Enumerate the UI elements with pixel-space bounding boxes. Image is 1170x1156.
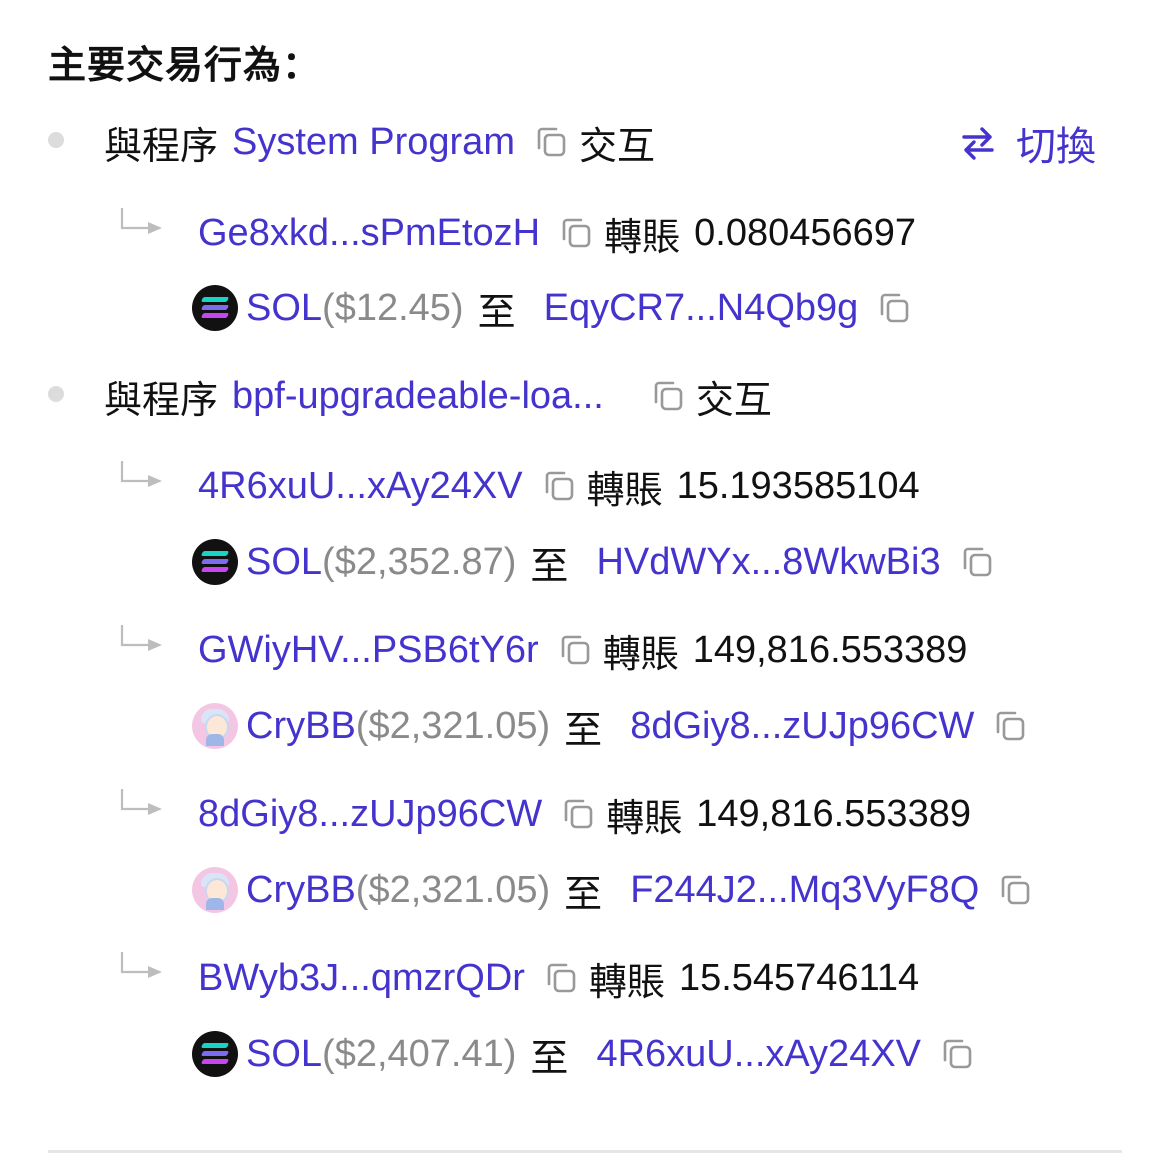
transfer-word: 轉賬 — [586, 469, 663, 512]
token-usd-value: ($2,321.05) — [355, 868, 551, 911]
transfer-row: BWyb3J...qmzrQDr 轉賬 15.545746114 — [198, 948, 919, 1008]
interact-suffix: 交互 — [578, 125, 655, 168]
section-title: 主要交易行為： — [48, 45, 322, 87]
program-row: 與程序 bpf-upgradeable-loa... 交互 — [104, 366, 772, 426]
interact-prefix: 與程序 — [104, 125, 219, 168]
transfer-word: 轉賬 — [606, 797, 683, 840]
solana-icon — [192, 285, 238, 331]
interact-suffix: 交互 — [695, 379, 772, 422]
token-row: SOL ($2,407.41) 至 4R6xuU...xAy24XV — [192, 1024, 985, 1084]
transfer-word: 轉賬 — [588, 961, 665, 1004]
token-usd-value: ($2,407.41) — [322, 1032, 517, 1075]
to-address-link[interactable]: 4R6xuU...xAy24XV — [596, 1033, 921, 1076]
transfer-amount: 149,816.553389 — [692, 628, 968, 671]
toggle-button[interactable]: 切換 — [958, 114, 1096, 172]
divider — [48, 1150, 1122, 1153]
copy-icon[interactable] — [939, 1036, 975, 1072]
crybb-icon — [192, 703, 238, 749]
token-usd-value: ($2,321.05) — [355, 704, 551, 747]
swap-arrows-icon — [962, 127, 994, 160]
branch-arrow-icon — [118, 623, 168, 653]
transfer-row: 4R6xuU...xAy24XV 轉賬 15.193585104 — [198, 456, 920, 516]
toggle-label: 切換 — [1016, 125, 1096, 169]
copy-icon[interactable] — [992, 708, 1028, 744]
copy-icon[interactable] — [997, 872, 1033, 908]
token-usd-value: ($12.45) — [322, 286, 464, 329]
program-link[interactable]: System Program — [232, 121, 515, 164]
token-row: SOL ($12.45) 至 EqyCR7...N4Qb9g — [192, 278, 922, 338]
from-address-link[interactable]: Ge8xkd...sPmEtozH — [198, 212, 540, 255]
transfer-amount: 149,816.553389 — [696, 792, 971, 835]
copy-icon[interactable] — [876, 290, 912, 326]
branch-arrow-icon — [118, 206, 168, 236]
solana-icon — [192, 1031, 238, 1077]
from-address-link[interactable]: 4R6xuU...xAy24XV — [198, 465, 523, 508]
interact-prefix: 與程序 — [104, 379, 219, 422]
copy-icon[interactable] — [959, 544, 995, 580]
copy-icon[interactable] — [541, 468, 577, 504]
transfer-amount: 0.080456697 — [694, 211, 917, 254]
token-usd-value: ($2,352.87) — [322, 540, 517, 583]
transfer-row: Ge8xkd...sPmEtozH 轉賬 0.080456697 — [198, 203, 916, 263]
transfer-row: GWiyHV...PSB6tY6r 轉賬 149,816.553389 — [198, 620, 967, 680]
to-address-link[interactable]: EqyCR7...N4Qb9g — [544, 287, 859, 330]
from-address-link[interactable]: GWiyHV...PSB6tY6r — [198, 629, 539, 672]
to-word: 至 — [530, 545, 569, 588]
branch-arrow-icon — [118, 459, 168, 489]
token-link[interactable]: SOL — [246, 541, 322, 584]
token-link[interactable]: CryBB — [246, 869, 356, 912]
token-link[interactable]: CryBB — [246, 705, 356, 748]
transfer-amount: 15.545746114 — [678, 956, 920, 999]
to-address-link[interactable]: F244J2...Mq3VyF8Q — [630, 869, 979, 912]
transfer-amount: 15.193585104 — [676, 464, 920, 507]
copy-icon[interactable] — [558, 215, 594, 251]
solana-icon — [192, 539, 238, 585]
from-address-link[interactable]: BWyb3J...qmzrQDr — [198, 957, 525, 1000]
copy-icon[interactable] — [560, 796, 596, 832]
token-row: CryBB ($2,321.05) 至 8dGiy8...zUJp96CW — [192, 696, 1038, 756]
list-bullet — [48, 132, 64, 148]
to-word: 至 — [564, 709, 603, 752]
to-address-link[interactable]: 8dGiy8...zUJp96CW — [630, 705, 974, 748]
to-word: 至 — [564, 873, 603, 916]
list-bullet — [48, 386, 64, 402]
branch-arrow-icon — [118, 787, 168, 817]
to-address-link[interactable]: HVdWYx...8WkwBi3 — [596, 541, 940, 584]
copy-icon[interactable] — [543, 960, 579, 996]
crybb-icon — [192, 867, 238, 913]
program-link[interactable]: bpf-upgradeable-loa... — [232, 375, 604, 418]
token-row: SOL ($2,352.87) 至 HVdWYx...8WkwBi3 — [192, 532, 1005, 592]
program-row: 與程序 System Program 交互 — [104, 112, 655, 172]
token-link[interactable]: SOL — [246, 1033, 322, 1076]
to-word: 至 — [530, 1037, 569, 1080]
to-word: 至 — [477, 291, 516, 334]
copy-icon[interactable] — [650, 378, 686, 414]
transfer-word: 轉賬 — [602, 633, 679, 676]
transfer-row: 8dGiy8...zUJp96CW 轉賬 149,816.553389 — [198, 784, 971, 844]
copy-icon[interactable] — [557, 632, 593, 668]
from-address-link[interactable]: 8dGiy8...zUJp96CW — [198, 793, 542, 836]
branch-arrow-icon — [118, 950, 168, 980]
transfer-word: 轉賬 — [604, 216, 681, 259]
token-link[interactable]: SOL — [246, 287, 322, 330]
token-row: CryBB ($2,321.05) 至 F244J2...Mq3VyF8Q — [192, 860, 1043, 920]
copy-icon[interactable] — [533, 124, 569, 160]
